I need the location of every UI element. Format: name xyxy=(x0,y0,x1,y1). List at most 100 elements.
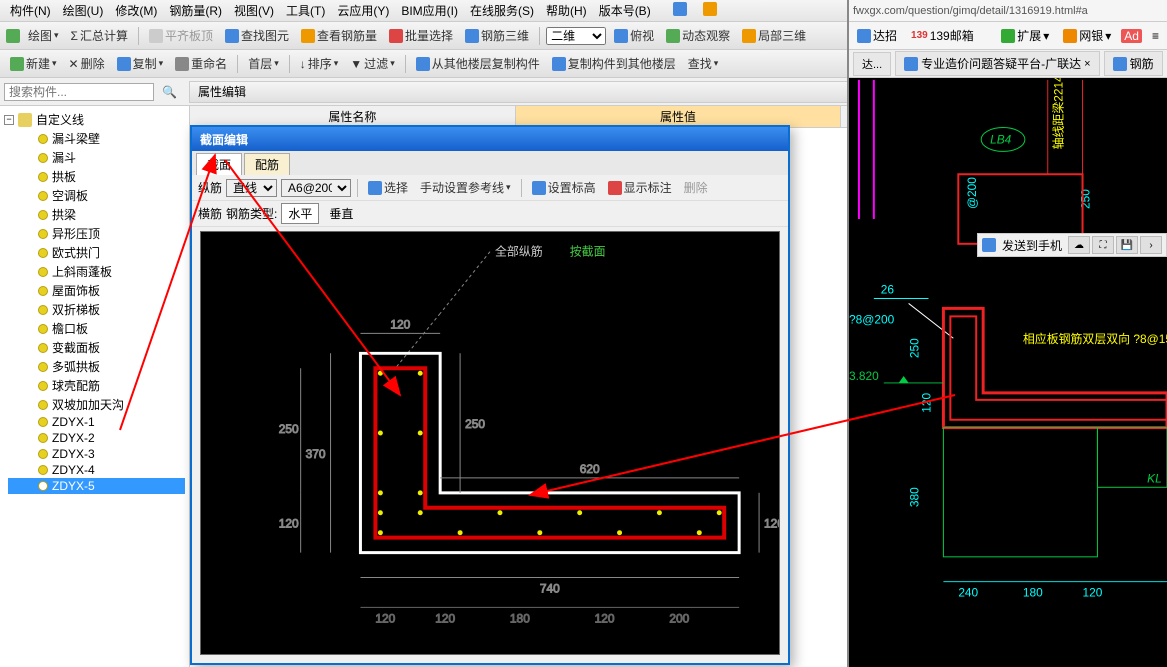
tree-item[interactable]: 欧式拱门 xyxy=(8,243,185,262)
elevation-icon xyxy=(532,181,546,195)
view-rebar-button[interactable]: 查看钢筋量 xyxy=(297,25,381,46)
level-top-button[interactable]: 平齐板顶 xyxy=(145,25,217,46)
extensions-button[interactable]: 扩展 ▾ xyxy=(997,25,1053,46)
rebar-spec-select[interactable]: A6@200 xyxy=(281,179,351,197)
menu-item[interactable]: 构件(N) xyxy=(4,0,57,21)
menu-icon[interactable]: ≡ xyxy=(1148,27,1163,45)
tree-item[interactable]: ZDYX-5 xyxy=(8,478,185,494)
new-button[interactable]: 新建 xyxy=(6,53,61,74)
tree-item[interactable]: 空调板 xyxy=(8,186,185,205)
tree-item[interactable]: 上斜雨蓬板 xyxy=(8,262,185,281)
tree-item[interactable]: 漏斗 xyxy=(8,148,185,167)
select-button[interactable]: 选择 xyxy=(364,177,412,198)
tree-item[interactable]: 檐口板 xyxy=(8,319,185,338)
draw-button[interactable]: 绘图 xyxy=(24,25,63,46)
svg-text:620: 620 xyxy=(580,462,600,476)
tab-section[interactable]: 截面 xyxy=(196,153,242,175)
search-input[interactable] xyxy=(4,83,154,101)
puzzle-icon xyxy=(1001,29,1015,43)
rebar-type-vert[interactable]: 垂直 xyxy=(323,204,359,223)
tree-item[interactable]: 拱板 xyxy=(8,167,185,186)
expand-icon[interactable]: ⛶ xyxy=(1092,236,1114,254)
layer-select[interactable]: 首层 xyxy=(244,53,283,74)
local-3d-button[interactable]: 局部三维 xyxy=(738,25,810,46)
tree-item[interactable]: 漏斗梁壁 xyxy=(8,129,185,148)
copy-to-layer-button[interactable]: 复制构件到其他楼层 xyxy=(548,53,680,74)
sort-button[interactable]: ↓ 排序 xyxy=(296,53,343,74)
tree-item[interactable]: ZDYX-3 xyxy=(8,446,185,462)
tree-item[interactable]: 多弧拱板 xyxy=(8,357,185,376)
browser-tab[interactable]: 钢筋 xyxy=(1104,51,1163,76)
browser-tab[interactable]: 达... xyxy=(853,52,891,76)
collapse-icon[interactable]: − xyxy=(4,115,14,125)
row-transverse: 横筋 钢筋类型: 水平 垂直 xyxy=(192,201,788,227)
save-icon[interactable]: 💾 xyxy=(1116,236,1138,254)
menu-item[interactable]: 云应用(Y) xyxy=(331,0,395,21)
browser-tab[interactable]: 专业造价问题答疑平台-广联达 × xyxy=(895,51,1099,76)
tree-root-node[interactable]: − 自定义线 xyxy=(4,110,185,129)
tree-item[interactable]: 双折梯板 xyxy=(8,300,185,319)
menu-item[interactable]: 绘图(U) xyxy=(57,0,110,21)
search-go-icon[interactable]: 🔍 xyxy=(158,85,181,99)
bird-view-button[interactable]: 俯视 xyxy=(610,25,658,46)
send-to-phone-button[interactable]: 发送到手机 xyxy=(998,237,1066,254)
tree-item[interactable]: 屋面饰板 xyxy=(8,281,185,300)
tree-item[interactable]: ZDYX-1 xyxy=(8,414,185,430)
find-entity-button[interactable]: 查找图元 xyxy=(221,25,293,46)
tree-item[interactable]: 双坡加加天沟 xyxy=(8,395,185,414)
section-canvas[interactable]: 全部纵筋 按截面 120 250 370 250 120 xyxy=(200,231,780,655)
bullet-icon xyxy=(38,286,48,296)
cloud-icon[interactable]: ☁ xyxy=(1068,236,1090,254)
reference-line-button[interactable]: 手动设置参考线 xyxy=(416,177,515,198)
menu-item[interactable]: 在线服务(S) xyxy=(464,0,540,21)
show-marks-button[interactable]: 显示标注 xyxy=(604,177,676,198)
view-mode-select[interactable]: 二维 xyxy=(546,27,606,45)
ad-icon[interactable]: Ad xyxy=(1121,29,1142,43)
bank-button[interactable]: 网银 ▾ xyxy=(1059,25,1115,46)
col-name[interactable]: 属性名称 xyxy=(190,106,516,127)
elevation-button[interactable]: 设置标高 xyxy=(528,177,600,198)
more-icon[interactable]: › xyxy=(1140,236,1162,254)
rebar-type-horiz[interactable]: 水平 xyxy=(281,203,319,224)
delete-button[interactable]: 删除 xyxy=(680,177,712,198)
menu-item[interactable]: 修改(M) xyxy=(109,0,163,21)
component-tree[interactable]: − 自定义线 漏斗梁壁漏斗拱板空调板拱梁异形压顶欧式拱门上斜雨蓬板屋面饰板双折梯… xyxy=(0,106,190,667)
svg-text:120: 120 xyxy=(435,611,455,625)
fav-link[interactable]: 达招 xyxy=(853,25,901,46)
filter-button[interactable]: ▼ 过滤 xyxy=(346,53,398,74)
rename-button[interactable]: 重命名 xyxy=(171,53,231,74)
rebar-3d-button[interactable]: 钢筋三维 xyxy=(461,25,533,46)
svg-text:250: 250 xyxy=(465,417,485,431)
dialog-title[interactable]: 截面编辑 xyxy=(192,127,788,151)
favorites-bar: 达招 139139邮箱 扩展 ▾ 网银 ▾ Ad ≡ xyxy=(849,22,1167,50)
dyn-view-button[interactable]: 动态观察 xyxy=(662,25,734,46)
tree-item[interactable]: 球壳配筋 xyxy=(8,376,185,395)
batch-select-button[interactable]: 批量选择 xyxy=(385,25,457,46)
tree-item[interactable]: 拱梁 xyxy=(8,205,185,224)
tab-rebar[interactable]: 配筋 xyxy=(244,153,290,175)
menu-item[interactable]: 钢筋量(R) xyxy=(163,0,228,21)
tree-item[interactable]: 变截面板 xyxy=(8,338,185,357)
cad-view[interactable]: LB4 轴线距梁2214 @200 250 120 26 ?8@200 相应板钢… xyxy=(849,78,1167,667)
fav-link[interactable]: 139139邮箱 xyxy=(907,25,978,46)
copy-from-layer-button[interactable]: 从其他楼层复制构件 xyxy=(412,53,544,74)
copy-button[interactable]: 复制 xyxy=(113,53,168,74)
menu-item[interactable]: BIM应用(I) xyxy=(395,0,464,21)
tree-item[interactable]: ZDYX-2 xyxy=(8,430,185,446)
delete-button[interactable]: ✕ 删除 xyxy=(65,53,109,74)
phone-icon xyxy=(982,238,996,252)
menu-item[interactable]: 帮助(H) xyxy=(540,0,593,21)
sum-button[interactable]: Σ 汇总计算 xyxy=(67,25,132,46)
line-type-select[interactable]: 直线 xyxy=(226,179,277,197)
find-button[interactable]: 查找 xyxy=(684,53,723,74)
menu-item[interactable]: 版本号(B) xyxy=(593,0,657,21)
tree-item[interactable]: ZDYX-4 xyxy=(8,462,185,478)
address-bar[interactable]: fwxgx.com/question/gimq/detail/1316919.h… xyxy=(849,0,1167,22)
col-value[interactable]: 属性值 xyxy=(516,106,842,127)
tree-item[interactable]: 异形压顶 xyxy=(8,224,185,243)
menu-item[interactable]: 视图(V) xyxy=(228,0,280,21)
draw-icon[interactable] xyxy=(6,29,20,43)
bullet-icon xyxy=(38,465,48,475)
tree-item-label: 空调板 xyxy=(52,187,88,204)
menu-item[interactable]: 工具(T) xyxy=(280,0,331,21)
